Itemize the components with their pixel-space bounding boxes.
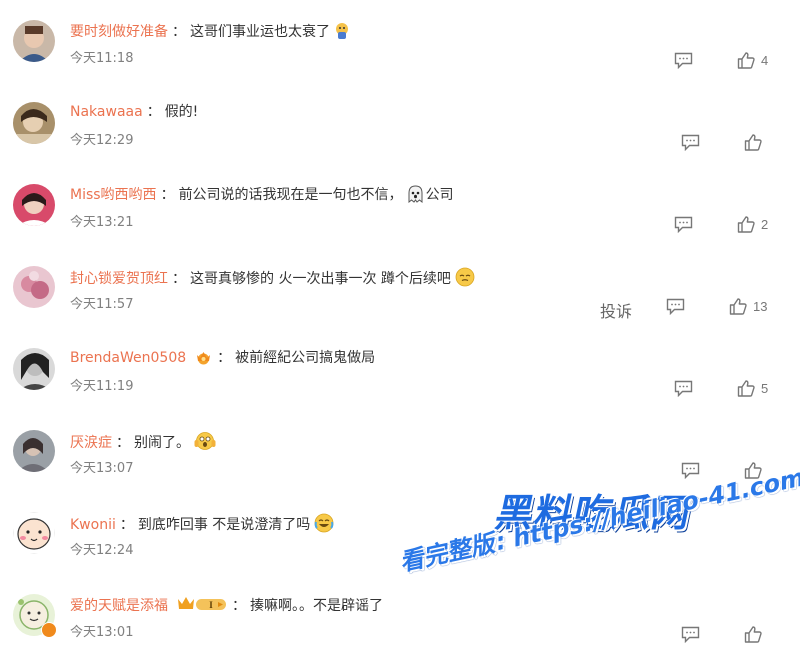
like-button[interactable]: 13 bbox=[729, 298, 767, 315]
thumbs-up-icon bbox=[744, 134, 762, 151]
like-count: 5 bbox=[761, 381, 769, 396]
username-link[interactable]: Nakawaaa bbox=[70, 104, 143, 120]
reply-button[interactable] bbox=[674, 216, 693, 233]
comment-text: 假的! bbox=[164, 104, 199, 120]
reply-icon bbox=[681, 462, 700, 479]
username-link[interactable]: 爱的天赋是添福 bbox=[70, 598, 168, 614]
username-link[interactable]: 要时刻做好准备 bbox=[70, 24, 168, 40]
username-link[interactable]: 厌涙症 bbox=[70, 435, 112, 451]
comment-line: BrendaWen0508 ：被前經紀公司搞鬼做局 bbox=[70, 349, 375, 370]
like-button[interactable]: 2 bbox=[737, 216, 768, 233]
colon: ： bbox=[116, 435, 130, 451]
reply-button[interactable] bbox=[681, 462, 700, 479]
crown-badge-icon bbox=[194, 349, 213, 370]
comment-item: BrendaWen0508 ：被前經紀公司搞鬼做局 今天11:19 5 bbox=[0, 338, 800, 420]
colon: ： bbox=[172, 24, 186, 40]
comment-text: 别闹了。 bbox=[134, 435, 190, 451]
comment-line: 要时刻做好准备：这哥们事业运也太衰了 bbox=[70, 22, 350, 45]
reply-icon bbox=[674, 216, 693, 233]
comment-line: Nakawaaa：假的! bbox=[70, 103, 198, 121]
scared-emoji-icon bbox=[194, 431, 216, 456]
colon: ： bbox=[217, 350, 232, 366]
like-button[interactable]: 5 bbox=[737, 380, 768, 397]
username-link[interactable]: BrendaWen0508 bbox=[70, 350, 186, 366]
reply-icon bbox=[674, 380, 693, 397]
username-link[interactable]: Kwonii bbox=[70, 517, 116, 533]
verified-badge-icon bbox=[41, 622, 57, 638]
comment-item: Miss哟西哟西：前公司说的话我现在是一句也不信， 公司 今天13:21 2 bbox=[0, 174, 800, 256]
thumbs-up-icon bbox=[737, 216, 755, 233]
comment-text: 这哥真够惨的 火一次出事一次 蹲个后续吧 bbox=[190, 271, 451, 287]
username-link[interactable]: Miss哟西哟西 bbox=[70, 187, 157, 203]
avatar[interactable] bbox=[13, 266, 55, 308]
timestamp: 今天11:57 bbox=[70, 297, 134, 312]
avatar[interactable] bbox=[13, 348, 55, 390]
reply-icon bbox=[674, 52, 693, 69]
timestamp: 今天11:18 bbox=[70, 51, 134, 66]
like-button[interactable]: 4 bbox=[737, 52, 768, 69]
vip-crown-badge-icon: I bbox=[176, 595, 228, 618]
timestamp: 今天13:21 bbox=[70, 215, 134, 230]
comment-text: 揍嘛啊。。不是辟谣了 bbox=[250, 598, 383, 614]
avatar[interactable] bbox=[13, 184, 55, 226]
avatar[interactable] bbox=[13, 430, 55, 472]
avatar[interactable] bbox=[13, 20, 55, 62]
colon: ： bbox=[160, 187, 175, 203]
comment-item: 封心锁爱贺顶红：这哥真够惨的 火一次出事一次 蹲个后续吧 今天11:57 投诉 … bbox=[0, 256, 800, 338]
thumbs-up-icon bbox=[737, 52, 755, 69]
thumbs-up-icon bbox=[737, 380, 755, 397]
comment-item: 要时刻做好准备：这哥们事业运也太衰了 今天11:18 4 bbox=[0, 10, 800, 92]
sleepy-emoji-icon bbox=[455, 267, 475, 292]
report-button[interactable]: 投诉 bbox=[600, 298, 632, 322]
thumbs-up-icon bbox=[744, 626, 762, 643]
comment-text: 前公司说的话我现在是一句也不信， bbox=[178, 187, 403, 203]
comment-line: 爱的天赋是添福 I ：揍嘛啊。。不是辟谣了 bbox=[70, 595, 383, 618]
comment-line: Kwonii：到底咋回事 不是说澄清了吗 bbox=[70, 513, 334, 538]
like-count: 13 bbox=[753, 299, 768, 314]
timestamp: 今天13:07 bbox=[70, 461, 134, 476]
like-count: 2 bbox=[761, 217, 769, 232]
colon: ： bbox=[232, 598, 246, 614]
like-count: 4 bbox=[761, 53, 769, 68]
vip-level-text: I bbox=[209, 600, 213, 610]
avatar[interactable] bbox=[13, 512, 55, 554]
colon: ： bbox=[172, 271, 186, 287]
comment-text-after: 公司 bbox=[425, 187, 454, 203]
comment-text: 被前經紀公司搞鬼做局 bbox=[235, 350, 376, 366]
timestamp: 今天11:19 bbox=[70, 379, 134, 394]
username-link[interactable]: 封心锁爱贺顶红 bbox=[70, 271, 168, 287]
laugh-cry-emoji-icon bbox=[314, 513, 334, 538]
comment-line: 厌涙症：别闹了。 bbox=[70, 431, 216, 456]
thumbs-up-icon bbox=[729, 298, 747, 315]
reply-icon bbox=[666, 298, 685, 315]
comment-line: Miss哟西哟西：前公司说的话我现在是一句也不信， 公司 bbox=[70, 185, 454, 208]
comment-text: 这哥们事业运也太衰了 bbox=[190, 24, 330, 40]
reply-button[interactable] bbox=[681, 134, 700, 151]
reply-icon bbox=[681, 626, 700, 643]
face-palm-emoji-icon bbox=[334, 22, 350, 45]
comment-text: 到底咋回事 不是说澄清了吗 bbox=[137, 517, 311, 533]
avatar[interactable] bbox=[13, 102, 55, 144]
reply-button[interactable] bbox=[681, 626, 700, 643]
comment-item: Nakawaaa：假的! 今天12:29 bbox=[0, 92, 800, 174]
timestamp: 今天13:01 bbox=[70, 625, 134, 640]
reply-icon bbox=[681, 134, 700, 151]
like-button[interactable] bbox=[744, 134, 762, 151]
colon: ： bbox=[146, 104, 161, 120]
comment-line: 封心锁爱贺顶红：这哥真够惨的 火一次出事一次 蹲个后续吧 bbox=[70, 267, 475, 292]
reply-button[interactable] bbox=[674, 52, 693, 69]
timestamp: 今天12:29 bbox=[70, 133, 134, 148]
like-button[interactable] bbox=[744, 626, 762, 643]
comment-item: 爱的天赋是添福 I ：揍嘛啊。。不是辟谣了 今天13:01 bbox=[0, 584, 800, 666]
colon: ： bbox=[119, 517, 134, 533]
reply-button[interactable] bbox=[666, 298, 685, 315]
reply-button[interactable] bbox=[674, 380, 693, 397]
ghost-emoji-icon bbox=[407, 185, 424, 208]
timestamp: 今天12:24 bbox=[70, 543, 134, 558]
